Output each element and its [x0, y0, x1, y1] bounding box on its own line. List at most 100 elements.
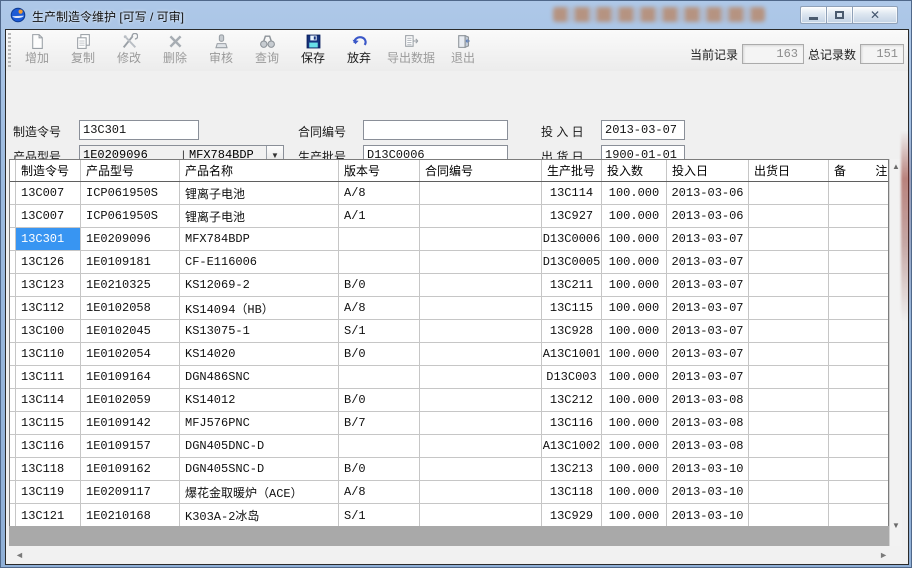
cell-product_name[interactable]: KS14094（HB）: [180, 297, 339, 319]
cell-ship_date[interactable]: [749, 504, 829, 527]
cell-qty[interactable]: 100.000: [602, 297, 667, 319]
cell-product_name[interactable]: KS13075-1: [180, 320, 339, 342]
cell-order_no[interactable]: 13C115: [16, 412, 81, 434]
cell-order_no[interactable]: 13C007: [16, 205, 81, 227]
cell-contract_no[interactable]: [420, 320, 542, 342]
cell-version[interactable]: S/1: [339, 504, 420, 527]
cell-ship_date[interactable]: [749, 228, 829, 250]
cell-product_name[interactable]: MFX784BDP: [180, 228, 339, 250]
contract-no-input[interactable]: [363, 120, 508, 140]
cell-model[interactable]: ICP061950S: [81, 205, 180, 227]
cell-ship_date[interactable]: [749, 320, 829, 342]
cell-input_date[interactable]: 2013-03-08: [667, 412, 749, 434]
cell-contract_no[interactable]: [420, 366, 542, 388]
cell-order_no[interactable]: 13C007: [16, 182, 81, 204]
col-header-contract_no[interactable]: 合同编号: [420, 160, 542, 181]
cell-batch_no[interactable]: 13C114: [542, 182, 602, 204]
cell-ship_date[interactable]: [749, 251, 829, 273]
cell-version[interactable]: B/0: [339, 274, 420, 296]
horizontal-scrollbar[interactable]: ◄ ►: [7, 546, 902, 563]
cell-contract_no[interactable]: [420, 251, 542, 273]
cell-batch_no[interactable]: 13C927: [542, 205, 602, 227]
cell-batch_no[interactable]: 13C211: [542, 274, 602, 296]
cell-product_name[interactable]: KS14012: [180, 389, 339, 411]
cell-ship_date[interactable]: [749, 458, 829, 480]
cell-model[interactable]: 1E0210168: [81, 504, 180, 527]
cell-remark[interactable]: [829, 481, 890, 503]
cell-qty[interactable]: 100.000: [602, 481, 667, 503]
cell-product_name[interactable]: 爆花金取暖炉（ACE）: [180, 481, 339, 503]
cell-qty[interactable]: 100.000: [602, 458, 667, 480]
cell-ship_date[interactable]: [749, 412, 829, 434]
cell-model[interactable]: 1E0109157: [81, 435, 180, 457]
col-header-input_date[interactable]: 投入日: [667, 160, 749, 181]
cell-qty[interactable]: 100.000: [602, 320, 667, 342]
cell-qty[interactable]: 100.000: [602, 504, 667, 527]
cell-product_name[interactable]: DGN405DNC-D: [180, 435, 339, 457]
cell-version[interactable]: B/0: [339, 343, 420, 365]
cell-contract_no[interactable]: [420, 389, 542, 411]
cell-input_date[interactable]: 2013-03-10: [667, 504, 749, 527]
cell-version[interactable]: [339, 228, 420, 250]
cell-remark[interactable]: [829, 228, 890, 250]
cell-input_date[interactable]: 2013-03-06: [667, 182, 749, 204]
cell-order_no[interactable]: 13C112: [16, 297, 81, 319]
cell-remark[interactable]: [829, 251, 890, 273]
cell-qty[interactable]: 100.000: [602, 228, 667, 250]
cell-order_no[interactable]: 13C118: [16, 458, 81, 480]
cell-order_no[interactable]: 13C110: [16, 343, 81, 365]
cell-remark[interactable]: [829, 458, 890, 480]
cell-order_no[interactable]: 13C111: [16, 366, 81, 388]
cell-batch_no[interactable]: D13C003: [542, 366, 602, 388]
scroll-left-icon[interactable]: ◄: [15, 546, 24, 563]
scroll-right-icon[interactable]: ►: [879, 546, 888, 563]
cell-model[interactable]: 1E0102059: [81, 389, 180, 411]
cell-contract_no[interactable]: [420, 297, 542, 319]
cell-remark[interactable]: [829, 182, 890, 204]
col-header-version[interactable]: 版本号: [339, 160, 420, 181]
vertical-scrollbar[interactable]: ▲ ▼: [889, 159, 902, 546]
cell-batch_no[interactable]: D13C0006: [542, 228, 602, 250]
cell-contract_no[interactable]: [420, 458, 542, 480]
cell-ship_date[interactable]: [749, 274, 829, 296]
cell-version[interactable]: B/0: [339, 458, 420, 480]
cell-product_name[interactable]: MFJ576PNC: [180, 412, 339, 434]
cell-input_date[interactable]: 2013-03-07: [667, 251, 749, 273]
cell-batch_no[interactable]: A13C1001: [542, 343, 602, 365]
order-no-input[interactable]: [79, 120, 199, 140]
col-header-remark[interactable]: 备 注: [829, 160, 890, 181]
cell-contract_no[interactable]: [420, 228, 542, 250]
cell-input_date[interactable]: 2013-03-10: [667, 458, 749, 480]
col-header-product_name[interactable]: 产品名称: [180, 160, 339, 181]
cell-model[interactable]: 1E0109162: [81, 458, 180, 480]
cell-batch_no[interactable]: A13C1002: [542, 435, 602, 457]
cell-product_name[interactable]: CF-E116006: [180, 251, 339, 273]
cell-ship_date[interactable]: [749, 366, 829, 388]
cell-ship_date[interactable]: [749, 343, 829, 365]
cell-batch_no[interactable]: 13C115: [542, 297, 602, 319]
cell-input_date[interactable]: 2013-03-07: [667, 320, 749, 342]
cell-contract_no[interactable]: [420, 205, 542, 227]
scroll-up-icon[interactable]: ▲: [890, 159, 902, 173]
col-header-model[interactable]: 产品型号: [81, 160, 180, 181]
cell-batch_no[interactable]: 13C213: [542, 458, 602, 480]
cell-model[interactable]: 1E0102054: [81, 343, 180, 365]
cell-ship_date[interactable]: [749, 182, 829, 204]
cell-version[interactable]: A/1: [339, 205, 420, 227]
cell-version[interactable]: A/8: [339, 182, 420, 204]
cell-order_no[interactable]: 13C126: [16, 251, 81, 273]
cell-contract_no[interactable]: [420, 343, 542, 365]
cell-batch_no[interactable]: 13C929: [542, 504, 602, 527]
cell-batch_no[interactable]: 13C928: [542, 320, 602, 342]
cell-input_date[interactable]: 2013-03-07: [667, 366, 749, 388]
cell-order_no[interactable]: 13C119: [16, 481, 81, 503]
cell-product_name[interactable]: 锂离子电池: [180, 205, 339, 227]
cell-remark[interactable]: [829, 205, 890, 227]
input-date-input[interactable]: [601, 120, 685, 140]
cell-product_name[interactable]: KS14020: [180, 343, 339, 365]
minimize-button[interactable]: [800, 6, 826, 24]
cell-version[interactable]: A/8: [339, 481, 420, 503]
cell-remark[interactable]: [829, 389, 890, 411]
cell-ship_date[interactable]: [749, 297, 829, 319]
cell-model[interactable]: ICP061950S: [81, 182, 180, 204]
